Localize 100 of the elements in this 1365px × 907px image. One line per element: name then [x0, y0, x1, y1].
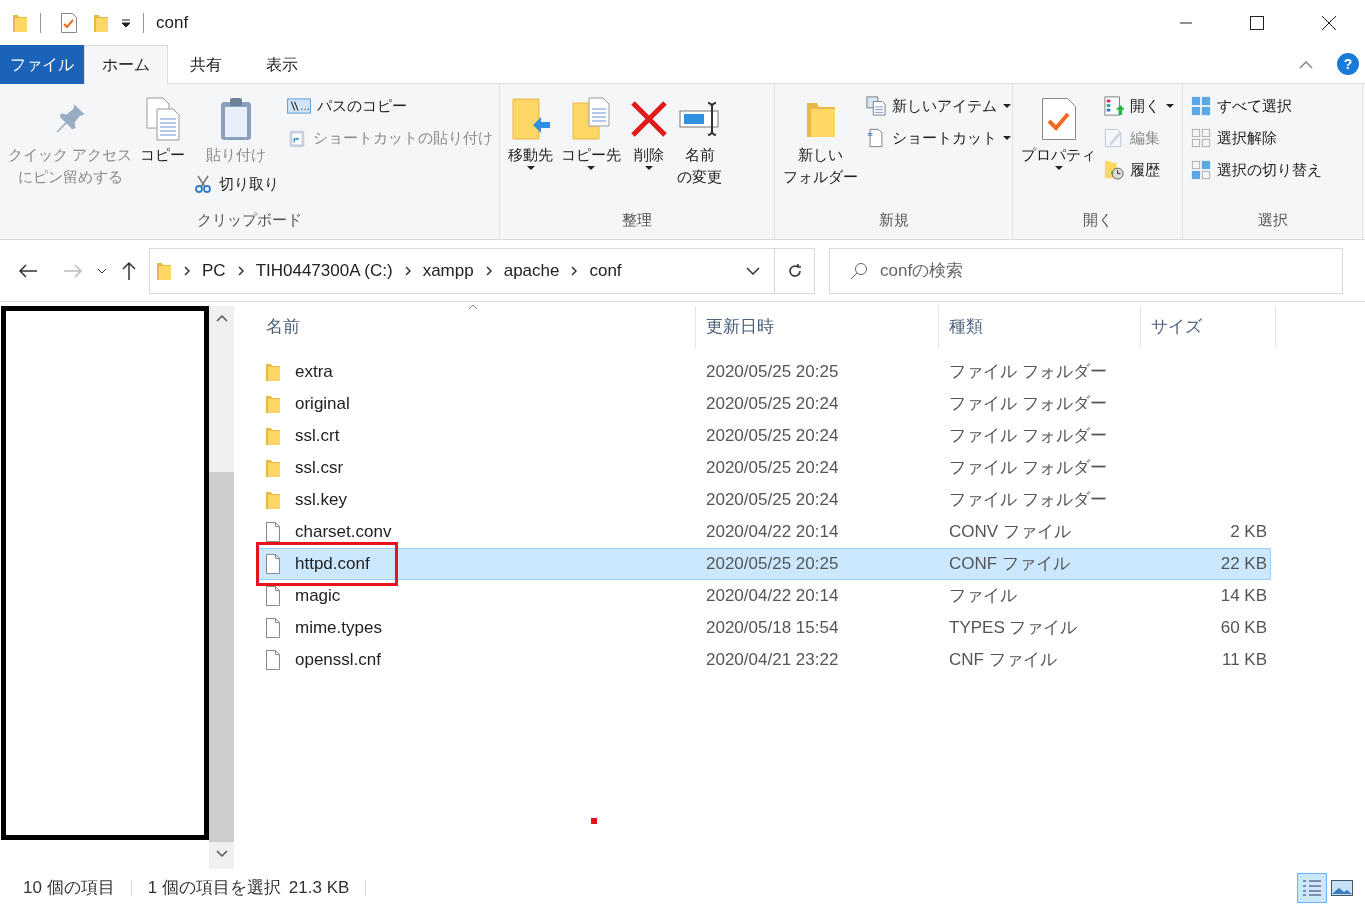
ribbon-button[interactable]: 切り取り	[191, 170, 282, 198]
ribbon-button[interactable]: 名前 の変更	[675, 92, 724, 188]
picture-icon	[1331, 880, 1353, 896]
date-cell-text: 2020/05/25 20:24	[705, 457, 840, 480]
type-cell-text: CONV ファイル	[948, 521, 1072, 544]
file-name: ssl.key	[295, 489, 347, 512]
document-icon	[265, 554, 281, 574]
ribbon-button[interactable]: パスのコピー	[285, 92, 496, 120]
dropdown-icon[interactable]	[121, 18, 131, 27]
group-label: クリップボード	[196, 209, 303, 230]
scroll-up-icon[interactable]	[215, 314, 228, 322]
properties-icon[interactable]	[61, 12, 77, 33]
chevron-right-icon[interactable]	[184, 265, 190, 276]
ribbon-button[interactable]: コピー	[138, 92, 188, 166]
ribbon-tab[interactable]: 共有	[168, 45, 244, 84]
ribbon-button[interactable]: 移動先	[506, 92, 555, 170]
breadcrumb[interactable]: apache	[503, 257, 560, 284]
file-row[interactable]: extra 2020/05/25 20:25 ファイル フォルダー	[256, 356, 1271, 388]
back-icon[interactable]	[18, 262, 38, 279]
ribbon-button[interactable]: 選択解除	[1189, 124, 1324, 152]
ribbon-button[interactable]: プロパティ	[1019, 92, 1098, 170]
breadcrumb[interactable]: xampp	[422, 257, 474, 284]
delete-icon	[629, 99, 669, 139]
chevron-right-icon[interactable]	[237, 265, 244, 276]
file-name: magic	[295, 585, 341, 608]
open-icon	[1104, 96, 1124, 116]
column-header[interactable]: 種類	[939, 306, 1141, 348]
item-count: 10 個の項目	[23, 877, 115, 900]
date-cell-text: 2020/05/25 20:24	[705, 393, 840, 416]
shortcut-icon	[866, 128, 886, 148]
ribbon-button[interactable]: 削除	[627, 92, 671, 170]
chevron-right-icon[interactable]	[404, 265, 411, 276]
maximize-icon[interactable]	[1250, 15, 1264, 30]
ribbon-tab[interactable]: 表示	[244, 45, 320, 84]
size-cell-text: 60 KB	[1219, 617, 1267, 640]
file-row[interactable]: magic 2020/04/22 20:14 ファイル 14 KB	[256, 580, 1271, 612]
ribbon-button[interactable]: 履歴	[1102, 156, 1176, 184]
scroll-down-icon[interactable]	[215, 850, 228, 858]
ribbon-button[interactable]: 新しいアイテム	[864, 92, 1013, 120]
file-row[interactable]: original 2020/05/25 20:24 ファイル フォルダー	[256, 388, 1271, 420]
breadcrumb[interactable]: conf	[589, 257, 622, 284]
scissors-icon	[193, 174, 214, 194]
search-icon	[850, 261, 868, 280]
ribbon-tab[interactable]: ファイル	[0, 45, 84, 84]
refresh-icon	[786, 262, 803, 279]
file-row[interactable]: openssl.cnf 2020/04/21 23:22 CNF ファイル 11 KB	[256, 644, 1271, 676]
date-cell-text: 2020/05/25 20:25	[705, 553, 840, 576]
help-icon[interactable]: ?	[1337, 53, 1359, 75]
breadcrumb[interactable]: TIH0447300A (C:)	[255, 257, 393, 284]
breadcrumb[interactable]: PC	[202, 257, 226, 284]
group-label: 新規	[877, 209, 910, 230]
folder-copy-icon	[571, 97, 611, 141]
ribbon-button[interactable]: ショートカット	[864, 124, 1013, 152]
collapse-ribbon-icon[interactable]	[1299, 61, 1313, 69]
column-header[interactable]: 更新日時	[696, 306, 939, 348]
file-row[interactable]: ssl.key 2020/05/25 20:24 ファイル フォルダー	[256, 484, 1271, 516]
file-row[interactable]: ssl.crt 2020/05/25 20:24 ファイル フォルダー	[256, 420, 1271, 452]
folder-arrow-icon	[510, 97, 551, 141]
file-name: openssl.cnf	[295, 649, 381, 672]
file-row[interactable]: httpd.conf 2020/05/25 20:25 CONF ファイル 22 KB	[256, 548, 1271, 580]
file-row[interactable]: charset.conv 2020/04/22 20:14 CONV ファイル 2 KB	[256, 516, 1271, 548]
column-header[interactable]: サイズ	[1141, 306, 1276, 348]
chevron-down-icon[interactable]	[97, 267, 107, 274]
folder-icon	[265, 362, 281, 382]
ribbon-button[interactable]: すべて選択	[1189, 92, 1324, 120]
chevron-down-icon[interactable]	[746, 266, 760, 275]
up-icon[interactable]	[121, 260, 137, 281]
chevron-right-icon[interactable]	[485, 265, 492, 276]
type-cell-text: ファイル フォルダー	[948, 489, 1108, 512]
type-cell-text: ファイル フォルダー	[948, 457, 1108, 480]
chevron-right-icon[interactable]	[571, 265, 578, 276]
folder-icon	[265, 426, 281, 446]
size-cell-text: 14 KB	[1219, 585, 1267, 608]
edit-icon	[1104, 128, 1124, 148]
file-row[interactable]: mime.types 2020/05/18 15:54 TYPES ファイル 60 KB	[256, 612, 1271, 644]
document-icon	[265, 586, 281, 606]
group-label: 開く	[1081, 209, 1114, 230]
ribbon-button[interactable]: 開く	[1102, 92, 1176, 120]
file-name: httpd.conf	[295, 553, 370, 576]
file-row[interactable]: ssl.csr 2020/05/25 20:24 ファイル フォルダー	[256, 452, 1271, 484]
ribbon-button[interactable]: コピー先	[559, 92, 623, 170]
rename-icon	[677, 99, 722, 139]
close-icon[interactable]	[1322, 15, 1336, 30]
date-cell-text: 2020/04/22 20:14	[705, 585, 840, 608]
date-cell-text: 2020/05/25 20:25	[705, 361, 840, 384]
column-header[interactable]: 名前	[256, 306, 696, 348]
new-folder-icon	[93, 12, 109, 33]
search-input[interactable]: confの検索	[880, 257, 1342, 284]
refresh-button[interactable]	[775, 247, 815, 294]
folder-icon	[156, 260, 172, 281]
scrollbar[interactable]	[209, 306, 234, 869]
ribbon-button[interactable]: 新しい フォルダー	[781, 92, 860, 188]
type-cell-text: ファイル フォルダー	[948, 393, 1108, 416]
ribbon-button[interactable]: 選択の切り替え	[1189, 156, 1324, 184]
search-field[interactable]: confの検索	[829, 247, 1343, 294]
file-name: original	[295, 393, 350, 416]
address-bar[interactable]: PC TIH0447300A (C:) xampp apache conf	[149, 247, 775, 294]
scrollbar-thumb[interactable]	[209, 472, 234, 842]
size-cell-text: 11 KB	[1220, 649, 1267, 672]
ribbon-tab[interactable]: ホーム	[84, 45, 168, 84]
